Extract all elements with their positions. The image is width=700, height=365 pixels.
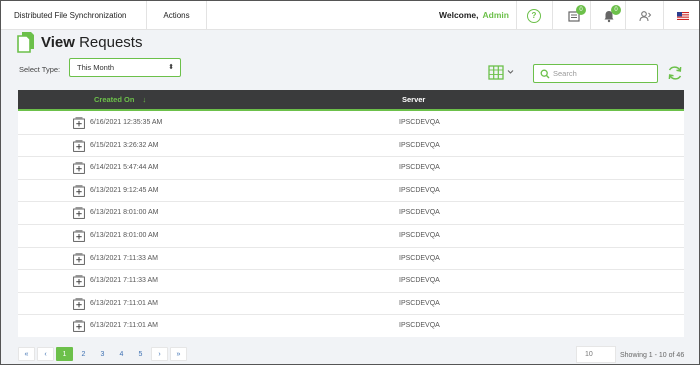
created-on-cell: 6/13/2021 7:11:33 AM (90, 277, 158, 285)
server-cell: IPSCDEVQA (399, 254, 440, 262)
table-row: 6/13/2021 9:12:45 AM IPSCDEVQA (18, 180, 684, 203)
page-title: View Requests (41, 34, 142, 51)
messages-button[interactable]: 0 (564, 5, 586, 26)
page-3-button[interactable]: 3 (94, 347, 111, 361)
pagination: « ‹ 1 2 3 4 5 › » (18, 347, 189, 361)
chevron-down-icon (507, 70, 514, 74)
table-header: Created On ↓ Server (18, 90, 684, 111)
created-on-label: Created On (94, 95, 135, 104)
server-cell: IPSCDEVQA (399, 277, 440, 285)
columns-icon (488, 64, 504, 80)
server-cell: IPSCDEVQA (399, 231, 440, 239)
column-chooser-button[interactable] (488, 64, 516, 80)
table-row: 6/13/2021 7:11:33 AM IPSCDEVQA (18, 270, 684, 293)
created-on-cell: 6/13/2021 7:11:01 AM (90, 299, 158, 307)
search-box (533, 64, 658, 83)
help-icon: ? (527, 9, 541, 23)
created-on-cell: 6/13/2021 7:11:01 AM (90, 322, 158, 330)
page-size-select[interactable]: 10 (576, 346, 616, 363)
expand-row-icon[interactable] (73, 207, 85, 220)
refresh-button[interactable] (666, 64, 684, 82)
nav-divider (663, 1, 664, 30)
created-on-cell: 6/14/2021 5:47:44 AM (90, 164, 159, 172)
expand-row-icon[interactable] (73, 320, 85, 333)
expand-row-icon[interactable] (73, 139, 85, 152)
page-4-button[interactable]: 4 (113, 347, 130, 361)
created-on-cell: 6/13/2021 9:12:45 AM (90, 186, 159, 194)
search-icon (540, 69, 550, 79)
nav-divider (516, 1, 517, 30)
table-row: 6/13/2021 7:11:01 AM IPSCDEVQA (18, 293, 684, 316)
nav-divider (625, 1, 626, 30)
welcome-label: Welcome, (439, 10, 479, 20)
table-body: 6/16/2021 12:35:35 AM IPSCDEVQA 6/15/202… (18, 112, 684, 337)
server-cell: IPSCDEVQA (399, 164, 440, 172)
server-cell: IPSCDEVQA (399, 186, 440, 194)
table-row: 6/13/2021 7:11:33 AM IPSCDEVQA (18, 248, 684, 271)
notifications-count-badge: 0 (611, 5, 621, 15)
server-cell: IPSCDEVQA (399, 119, 440, 126)
page-header: View Requests (17, 29, 142, 55)
select-type-dropdown[interactable]: This Month ⬍ (69, 58, 181, 77)
server-cell: IPSCDEVQA (399, 322, 440, 330)
page-5-button[interactable]: 5 (132, 347, 149, 361)
user-settings-icon (639, 11, 652, 22)
sort-down-icon: ↓ (142, 95, 147, 104)
created-on-cell: 6/13/2021 8:01:00 AM (90, 209, 159, 217)
documents-icon (17, 32, 34, 53)
app-name-link[interactable]: Distributed File Synchronization (1, 1, 147, 30)
next-page-button[interactable]: › (151, 347, 168, 361)
expand-row-icon[interactable] (73, 117, 85, 129)
top-navbar: Distributed File Synchronization Actions… (1, 1, 699, 30)
help-button[interactable]: ? (524, 6, 544, 26)
actions-menu[interactable]: Actions (147, 1, 207, 30)
us-flag-icon (677, 12, 689, 20)
search-input[interactable] (553, 67, 653, 80)
page-1-button[interactable]: 1 (56, 347, 73, 361)
created-on-cell: 6/16/2021 12:35:35 AM (90, 119, 163, 126)
column-header-created-on[interactable]: Created On ↓ (94, 90, 146, 109)
expand-row-icon[interactable] (73, 185, 85, 197)
expand-row-icon[interactable] (73, 252, 85, 265)
created-on-cell: 6/15/2021 3:26:32 AM (90, 141, 159, 149)
refresh-icon (668, 66, 682, 80)
first-page-button[interactable]: « (18, 347, 35, 361)
table-row: 6/15/2021 3:26:32 AM IPSCDEVQA (18, 135, 684, 158)
created-on-cell: 6/13/2021 8:01:00 AM (90, 231, 159, 239)
column-header-server[interactable]: Server (402, 90, 425, 109)
expand-row-icon[interactable] (73, 275, 85, 288)
page-title-rest: Requests (74, 33, 143, 51)
page-title-bold: View (41, 33, 75, 51)
expand-row-icon[interactable] (73, 230, 85, 242)
page-2-button[interactable]: 2 (75, 347, 92, 361)
table-row: 6/16/2021 12:35:35 AM IPSCDEVQA (18, 112, 684, 135)
table-row: 6/13/2021 8:01:00 AM IPSCDEVQA (18, 225, 684, 248)
server-cell: IPSCDEVQA (399, 141, 440, 149)
last-page-button[interactable]: » (170, 347, 187, 361)
table-row: 6/14/2021 5:47:44 AM IPSCDEVQA (18, 157, 684, 180)
prev-page-button[interactable]: ‹ (37, 347, 54, 361)
app-window: Distributed File Synchronization Actions… (0, 0, 700, 365)
language-button[interactable] (673, 6, 693, 26)
sort-caret-icon: ⬍ (168, 64, 174, 71)
nav-divider (552, 1, 553, 30)
select-type-label: Select Type: (19, 65, 61, 74)
requests-table: Created On ↓ Server 6/16/2021 12:35:35 A… (18, 90, 684, 337)
expand-row-icon[interactable] (73, 162, 85, 175)
server-cell: IPSCDEVQA (399, 209, 440, 217)
record-count-text: Showing 1 - 10 of 46 (620, 352, 685, 359)
expand-row-icon[interactable] (73, 298, 85, 310)
user-name-link[interactable]: Admin (483, 10, 509, 20)
created-on-cell: 6/13/2021 7:11:33 AM (90, 254, 158, 262)
user-settings-button[interactable] (635, 6, 655, 26)
table-row: 6/13/2021 7:11:01 AM IPSCDEVQA (18, 315, 684, 337)
notifications-button[interactable]: 0 (599, 5, 621, 26)
messages-count-badge: 0 (576, 5, 586, 15)
select-type-value: This Month (77, 63, 115, 72)
nav-divider (590, 1, 591, 30)
server-cell: IPSCDEVQA (399, 299, 440, 307)
welcome-text: Welcome, Admin (439, 1, 509, 30)
table-row: 6/13/2021 8:01:00 AM IPSCDEVQA (18, 202, 684, 225)
